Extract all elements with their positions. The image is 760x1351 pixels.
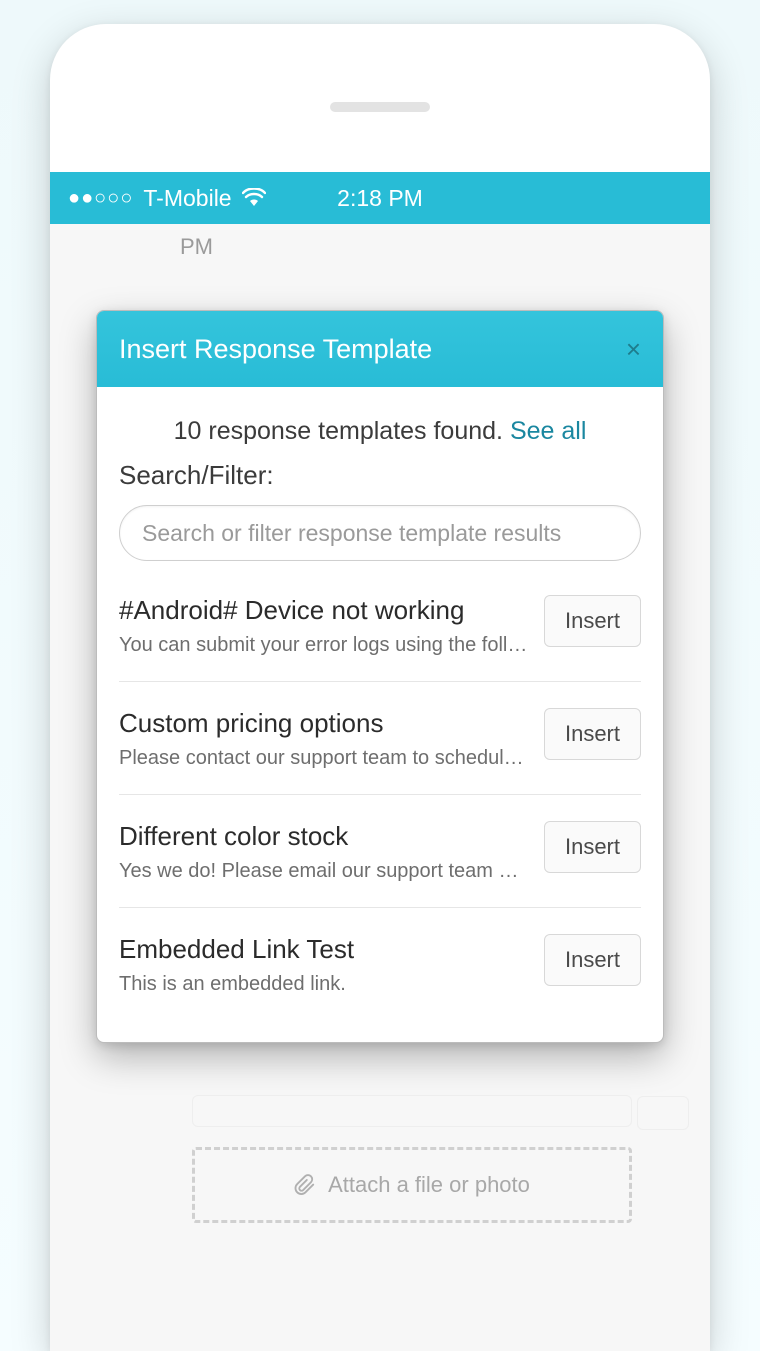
template-text: #Android# Device not working You can sub… [119, 595, 528, 657]
screen-background: PM Attach a file or photo Insert Respons… [50, 224, 710, 1351]
template-title: #Android# Device not working [119, 595, 528, 626]
template-item: Different color stock Yes we do! Please … [119, 795, 641, 908]
status-left: ●●○○○ T-Mobile [50, 185, 266, 212]
status-time: 2:18 PM [337, 185, 423, 212]
template-desc: You can submit your error logs using the… [119, 634, 528, 657]
insert-button[interactable]: Insert [544, 708, 641, 760]
template-title: Custom pricing options [119, 708, 528, 739]
template-title: Embedded Link Test [119, 934, 528, 965]
template-item: Custom pricing options Please contact ou… [119, 682, 641, 795]
filter-label: Search/Filter: [97, 456, 663, 501]
modal-body: 10 response templates found. See all Sea… [97, 387, 663, 1042]
see-all-link[interactable]: See all [510, 417, 586, 445]
signal-dots-icon: ●●○○○ [68, 187, 133, 210]
template-text: Different color stock Yes we do! Please … [119, 821, 528, 883]
template-title: Different color stock [119, 821, 528, 852]
template-text: Embedded Link Test This is an embedded l… [119, 934, 528, 996]
template-desc: This is an embedded link. [119, 973, 528, 996]
modal-title: Insert Response Template [119, 334, 432, 365]
phone-frame: ●●○○○ T-Mobile 2:18 PM PM Attach a file … [50, 24, 710, 1351]
search-field-wrapper[interactable] [119, 505, 641, 561]
response-template-modal: Insert Response Template × 10 response t… [96, 310, 664, 1043]
search-input[interactable] [142, 520, 618, 547]
attach-label: Attach a file or photo [328, 1172, 530, 1198]
template-item: #Android# Device not working You can sub… [119, 569, 641, 682]
paperclip-icon [294, 1174, 316, 1196]
timestamp-peek: PM [180, 234, 213, 260]
modal-header: Insert Response Template × [97, 311, 663, 387]
template-text: Custom pricing options Please contact ou… [119, 708, 528, 770]
attach-dropzone[interactable]: Attach a file or photo [192, 1147, 632, 1223]
phone-speaker [330, 102, 430, 112]
close-icon[interactable]: × [626, 334, 641, 365]
insert-button[interactable]: Insert [544, 595, 641, 647]
status-bar: ●●○○○ T-Mobile 2:18 PM [50, 172, 710, 224]
results-count-line: 10 response templates found. See all [97, 409, 663, 456]
template-desc: Please contact our support team to sched… [119, 747, 528, 770]
template-desc: Yes we do! Please email our support team… [119, 860, 528, 883]
wifi-icon [242, 185, 266, 212]
results-count-text: 10 response templates found. [174, 417, 510, 445]
template-item: Embedded Link Test This is an embedded l… [119, 908, 641, 1020]
insert-button[interactable]: Insert [544, 934, 641, 986]
reply-toolbar-remnant [192, 1095, 632, 1127]
insert-button[interactable]: Insert [544, 821, 641, 873]
template-list: #Android# Device not working You can sub… [97, 569, 663, 1042]
carrier-label: T-Mobile [143, 185, 231, 212]
